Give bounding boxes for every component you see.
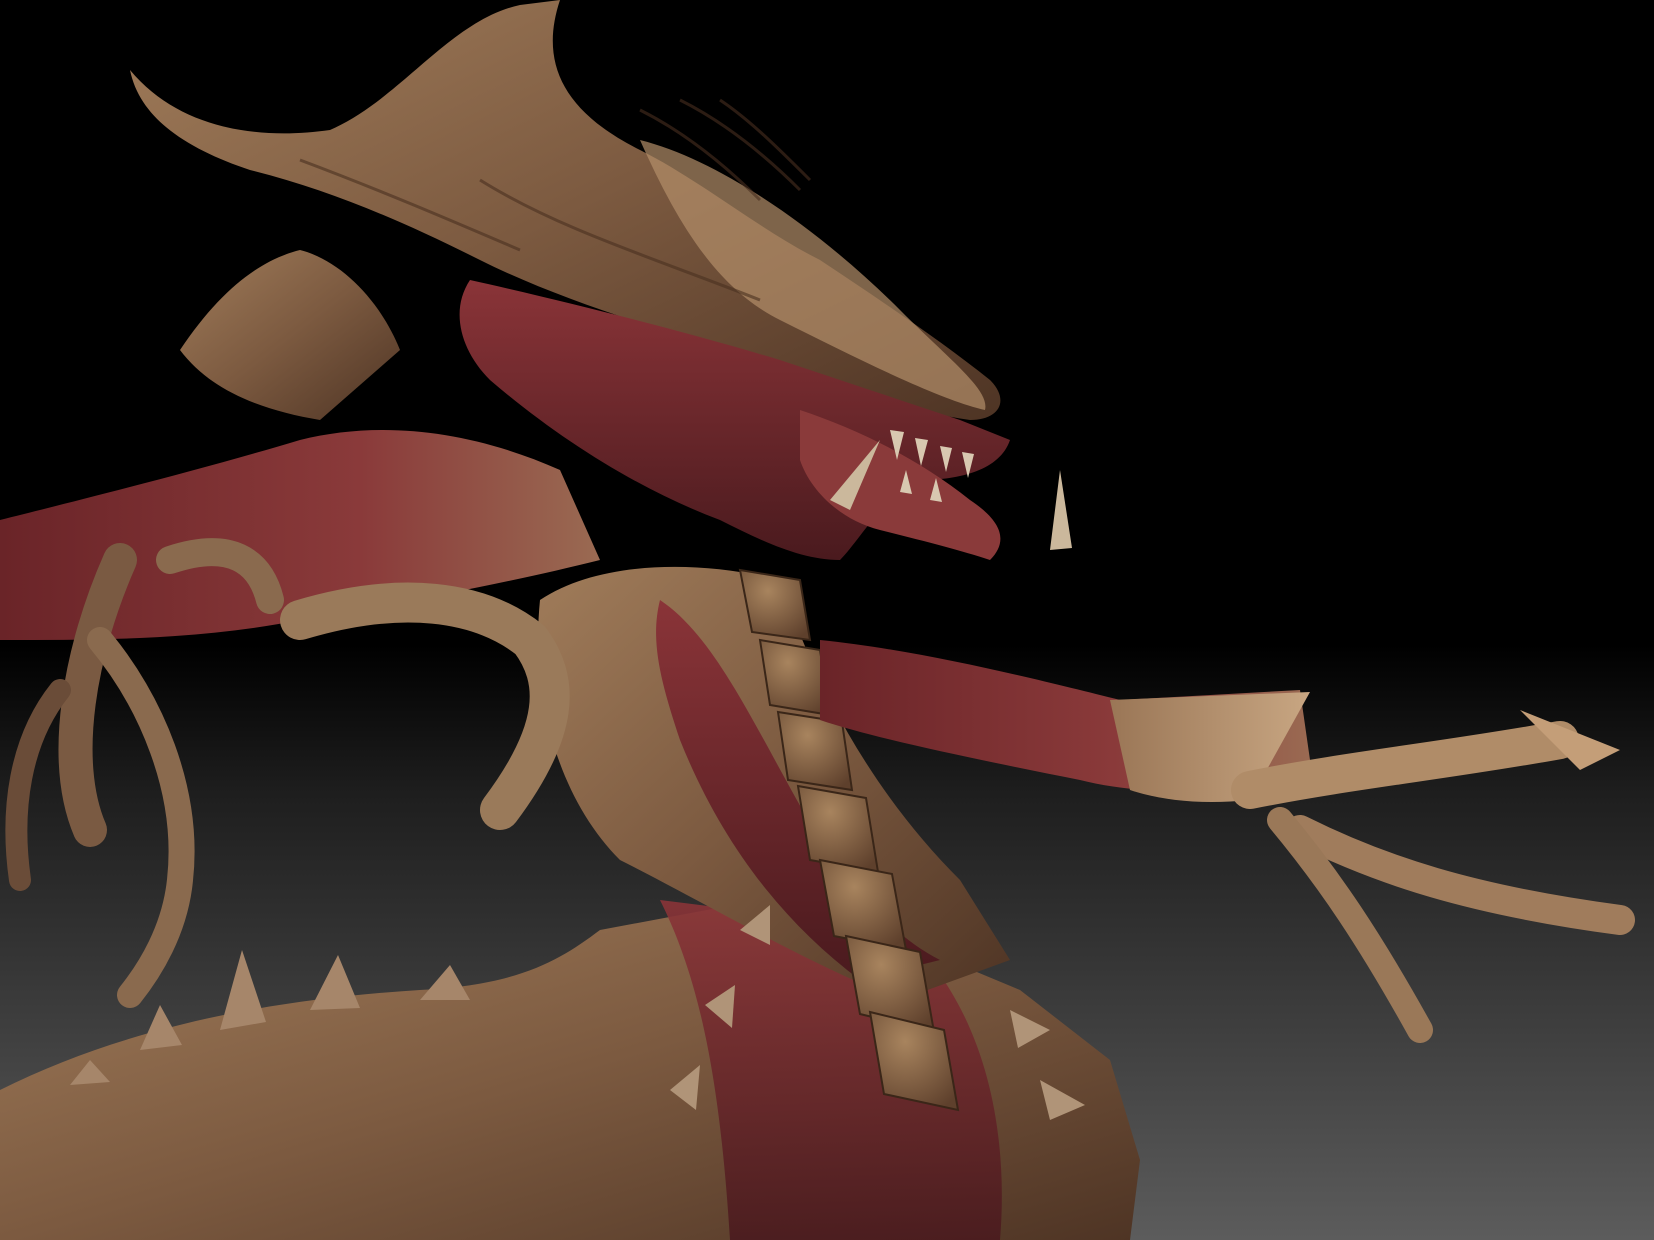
creature-sculpt-render [0,0,1654,1240]
sculpt-viewport [0,0,1654,1240]
